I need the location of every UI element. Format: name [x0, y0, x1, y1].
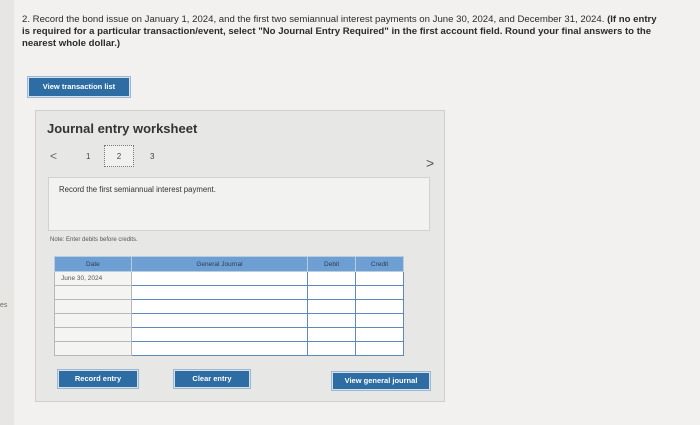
table-row [54, 327, 404, 342]
record-entry-label: Record entry [74, 374, 122, 383]
date-cell[interactable] [54, 313, 132, 328]
table-row: June 30, 2024 [54, 271, 404, 286]
date-cell[interactable] [54, 299, 132, 314]
worksheet-title: Journal entry worksheet [47, 121, 198, 136]
chevron-right-icon[interactable]: > [426, 155, 434, 171]
date-cell[interactable] [54, 285, 132, 300]
credit-field[interactable] [355, 313, 404, 328]
account-field[interactable] [130, 313, 309, 328]
header-general-journal: General Journal [130, 256, 309, 272]
debit-field[interactable] [307, 313, 357, 328]
table-row [54, 285, 404, 300]
edge-text: es [0, 302, 8, 309]
account-field[interactable] [130, 341, 309, 356]
note-text: Note: Enter debits before credits. [50, 237, 138, 243]
question-text: 2. Record the bond issue on January 1, 2… [22, 14, 662, 50]
view-general-journal-label: View general journal [344, 376, 418, 385]
header-credit: Credit [355, 256, 404, 272]
page-3-tab[interactable]: 3 [150, 152, 154, 161]
credit-field[interactable] [355, 299, 404, 314]
debit-field[interactable] [307, 341, 357, 356]
account-field[interactable] [130, 285, 309, 300]
date-cell[interactable] [54, 327, 132, 342]
clear-entry-button[interactable]: Clear entry [173, 369, 251, 389]
record-entry-button[interactable]: Record entry [57, 369, 139, 389]
journal-header-row: Date General Journal Debit Credit [54, 256, 404, 272]
date-cell[interactable] [54, 341, 132, 356]
date-cell[interactable]: June 30, 2024 [54, 271, 132, 286]
left-edge-strip: es [0, 0, 14, 425]
credit-field[interactable] [355, 341, 404, 356]
chevron-left-icon[interactable]: < [50, 149, 57, 163]
credit-field[interactable] [355, 327, 404, 342]
account-field[interactable] [130, 271, 309, 286]
view-transaction-list-button[interactable]: View transaction list [27, 76, 131, 98]
journal-entry-worksheet-panel: Journal entry worksheet < 1 2 3 > Record… [35, 110, 445, 402]
question-lead: 2. Record the bond issue on January 1, 2… [22, 14, 605, 25]
clear-entry-label: Clear entry [192, 374, 232, 383]
debit-field[interactable] [307, 285, 357, 300]
credit-field[interactable] [355, 285, 404, 300]
credit-field[interactable] [355, 271, 404, 286]
header-debit: Debit [307, 256, 357, 272]
table-row [54, 299, 404, 314]
account-field[interactable] [130, 327, 309, 342]
debit-field[interactable] [307, 327, 357, 342]
page-1-tab[interactable]: 1 [86, 152, 90, 161]
header-date: Date [54, 256, 132, 272]
debit-field[interactable] [307, 299, 357, 314]
view-general-journal-button[interactable]: View general journal [331, 371, 431, 391]
view-transaction-list-label: View transaction list [42, 82, 116, 91]
instruction-text: Record the first semiannual interest pay… [59, 185, 216, 194]
journal-table: Date General Journal Debit Credit June 3… [54, 256, 404, 356]
table-row [54, 313, 404, 328]
page-2-tab[interactable]: 2 [104, 145, 134, 167]
account-field[interactable] [130, 299, 309, 314]
instruction-box: Record the first semiannual interest pay… [48, 177, 430, 231]
debit-field[interactable] [307, 271, 357, 286]
table-row [54, 341, 404, 356]
